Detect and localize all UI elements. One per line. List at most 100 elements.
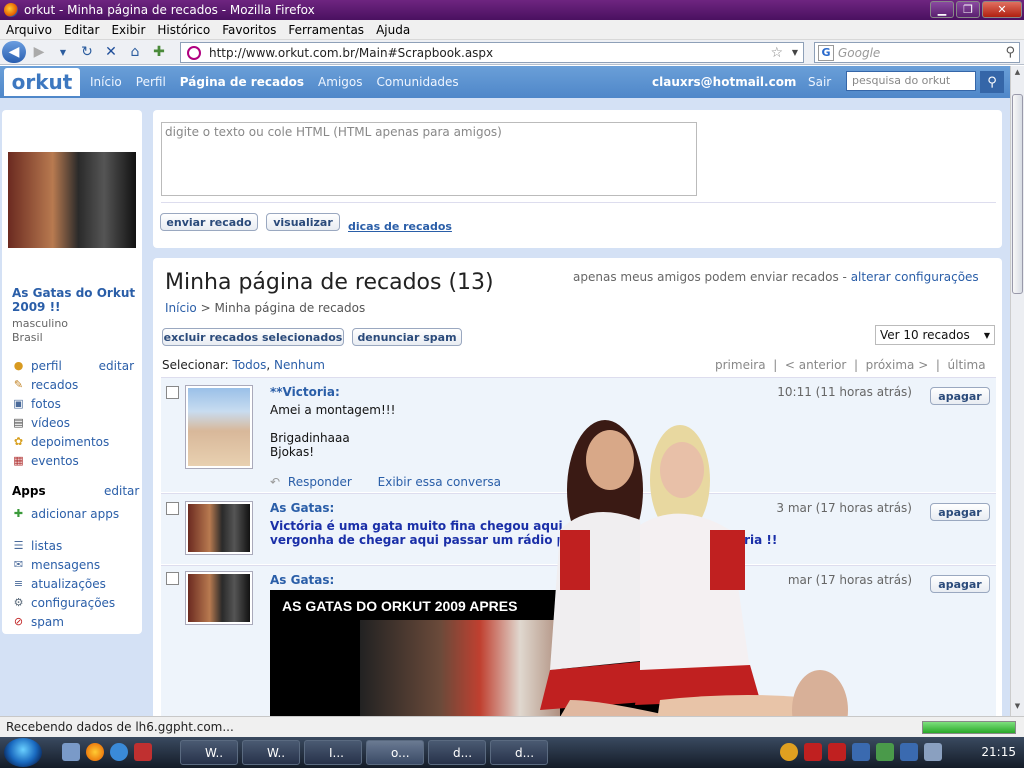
- scroll-up-icon[interactable]: ▲: [1012, 68, 1023, 80]
- scrap-checkbox[interactable]: [166, 386, 179, 399]
- vertical-scrollbar[interactable]: ▲ ▼: [1010, 66, 1024, 716]
- sidebar-item-fotos[interactable]: ▣ fotos: [12, 394, 140, 413]
- nav-inicio[interactable]: Início: [90, 75, 122, 89]
- forward-arrow-icon[interactable]: ▶: [28, 41, 50, 63]
- reload-icon[interactable]: ↻: [76, 41, 98, 63]
- change-settings-link[interactable]: alterar configurações: [851, 270, 979, 284]
- scrap-author[interactable]: As Gatas:: [270, 501, 334, 515]
- taskbar-task[interactable]: d...: [490, 740, 548, 765]
- profile-photo[interactable]: [8, 152, 136, 248]
- sidebar-item-spam[interactable]: ⊘ spam: [12, 612, 140, 631]
- volume-icon[interactable]: [924, 743, 942, 761]
- sidebar-item-recados[interactable]: ✎ recados: [12, 375, 140, 394]
- google-engine-icon[interactable]: G: [818, 44, 834, 61]
- web-search-box[interactable]: G Google ⚲: [814, 42, 1020, 63]
- scrap-author[interactable]: As Gatas:: [270, 573, 334, 587]
- nav-comunidades[interactable]: Comunidades: [377, 75, 459, 89]
- nav-perfil[interactable]: Perfil: [136, 75, 166, 89]
- sidebar-item-perfil[interactable]: ● perfil editar: [12, 356, 140, 375]
- scrap-tips-link[interactable]: dicas de recados: [348, 220, 452, 233]
- menu-ferramentas[interactable]: Ferramentas: [288, 23, 364, 37]
- search-icon[interactable]: ⚲: [1005, 45, 1015, 60]
- tools-menu: ☰ listas ✉ mensagens ≡ atualizações ⚙ co…: [12, 536, 140, 631]
- ie-quicklaunch-icon[interactable]: [110, 743, 128, 761]
- start-button-icon[interactable]: [4, 738, 42, 767]
- tray-icon[interactable]: [852, 743, 870, 761]
- back-arrow-icon[interactable]: ◀: [2, 41, 26, 63]
- reply-link[interactable]: Responder: [288, 475, 352, 489]
- orkut-search-input[interactable]: pesquisa do orkut: [846, 71, 976, 91]
- sidebar-item-configuracoes[interactable]: ⚙ configurações: [12, 593, 140, 612]
- scroll-thumb[interactable]: [1012, 94, 1023, 294]
- sidebar-item-eventos[interactable]: ▦ eventos: [12, 451, 140, 470]
- tray-icon[interactable]: [828, 743, 846, 761]
- taskbar-clock[interactable]: 21:15: [981, 745, 1016, 759]
- scrap-author-photo[interactable]: [185, 385, 253, 469]
- nav-amigos[interactable]: Amigos: [318, 75, 362, 89]
- tray-icon[interactable]: [804, 743, 822, 761]
- delete-scrap-button[interactable]: apagar: [930, 387, 990, 405]
- tray-icon[interactable]: [780, 743, 798, 761]
- delete-scrap-button[interactable]: apagar: [930, 503, 990, 521]
- firefox-quicklaunch-icon[interactable]: [86, 743, 104, 761]
- network-icon[interactable]: [900, 743, 918, 761]
- menu-editar[interactable]: Editar: [64, 23, 100, 37]
- orkut-search-icon[interactable]: ⚲: [980, 71, 1004, 93]
- taskbar-task[interactable]: I...: [304, 740, 362, 765]
- scraps-per-page-select[interactable]: Ver 10 recados ▼: [875, 325, 995, 345]
- add-apps-link[interactable]: ✚ adicionar apps: [12, 504, 140, 523]
- scrap-author-photo[interactable]: [185, 501, 253, 555]
- scrap-author-photo[interactable]: [185, 571, 253, 625]
- taskbar-task-firefox[interactable]: o...: [366, 740, 424, 765]
- delete-selected-button[interactable]: excluir recados selecionados: [162, 328, 344, 346]
- send-scrap-button[interactable]: enviar recado: [160, 213, 258, 231]
- menu-historico[interactable]: Histórico: [157, 23, 210, 37]
- view-conversation-link[interactable]: Exibir essa conversa: [378, 475, 501, 489]
- app-quicklaunch-icon[interactable]: [134, 743, 152, 761]
- scrap-textarea[interactable]: digite o texto ou cole HTML (HTML apenas…: [161, 122, 697, 196]
- select-none-link[interactable]: Nenhum: [274, 358, 325, 372]
- profile-name[interactable]: As Gatas do Orkut 2009 !!: [12, 286, 140, 314]
- pagination[interactable]: primeira | < anterior | próxima > | últi…: [715, 358, 986, 372]
- minimize-button[interactable]: ▁: [930, 1, 954, 18]
- menu-arquivo[interactable]: Arquivo: [6, 23, 52, 37]
- user-email[interactable]: clauxrs@hotmail.com: [652, 75, 796, 89]
- menu-favoritos[interactable]: Favoritos: [222, 23, 276, 37]
- edit-apps-link[interactable]: editar: [104, 484, 139, 498]
- close-button[interactable]: ✕: [982, 1, 1022, 18]
- breadcrumb-home[interactable]: Início: [165, 301, 197, 315]
- taskbar-task[interactable]: W..: [180, 740, 238, 765]
- sidebar-item-atualizacoes[interactable]: ≡ atualizações: [12, 574, 140, 593]
- address-bar[interactable]: http://www.orkut.com.br/Main#Scrapbook.a…: [180, 42, 804, 63]
- sidebar-item-listas[interactable]: ☰ listas: [12, 536, 140, 555]
- logout-link[interactable]: Sair: [808, 75, 831, 89]
- scrap-author[interactable]: **Victoria:: [270, 385, 340, 399]
- menu-exibir[interactable]: Exibir: [111, 23, 145, 37]
- add-bookmark-icon[interactable]: ✚: [148, 41, 170, 63]
- edit-profile-link[interactable]: editar: [99, 359, 134, 373]
- report-spam-button[interactable]: denunciar spam: [352, 328, 462, 346]
- scroll-down-icon[interactable]: ▼: [1012, 702, 1023, 714]
- menu-ajuda[interactable]: Ajuda: [376, 23, 410, 37]
- history-dropdown-icon[interactable]: ▼: [52, 41, 74, 63]
- delete-scrap-button[interactable]: apagar: [930, 575, 990, 593]
- sidebar-item-mensagens[interactable]: ✉ mensagens: [12, 555, 140, 574]
- show-desktop-icon[interactable]: [62, 743, 80, 761]
- taskbar-task[interactable]: W..: [242, 740, 300, 765]
- sidebar-item-depoimentos[interactable]: ✿ depoimentos: [12, 432, 140, 451]
- preview-button[interactable]: visualizar: [266, 213, 340, 231]
- breadcrumb-current: Minha página de recados: [214, 301, 366, 315]
- taskbar-task[interactable]: d...: [428, 740, 486, 765]
- url-dropdown-icon[interactable]: ▼: [792, 48, 798, 57]
- scrap-checkbox[interactable]: [166, 572, 179, 585]
- nav-pagina-de-recados[interactable]: Página de recados: [180, 75, 304, 89]
- home-icon[interactable]: ⌂: [124, 41, 146, 63]
- sidebar-item-videos[interactable]: ▤ vídeos: [12, 413, 140, 432]
- select-all-link[interactable]: Todos: [233, 358, 267, 372]
- orkut-logo[interactable]: orkut: [4, 68, 80, 96]
- stop-icon[interactable]: ✕: [100, 41, 122, 63]
- tray-icon[interactable]: [876, 743, 894, 761]
- maximize-button[interactable]: ❐: [956, 1, 980, 18]
- bookmark-star-icon[interactable]: ☆: [770, 45, 783, 61]
- scrap-checkbox[interactable]: [166, 502, 179, 515]
